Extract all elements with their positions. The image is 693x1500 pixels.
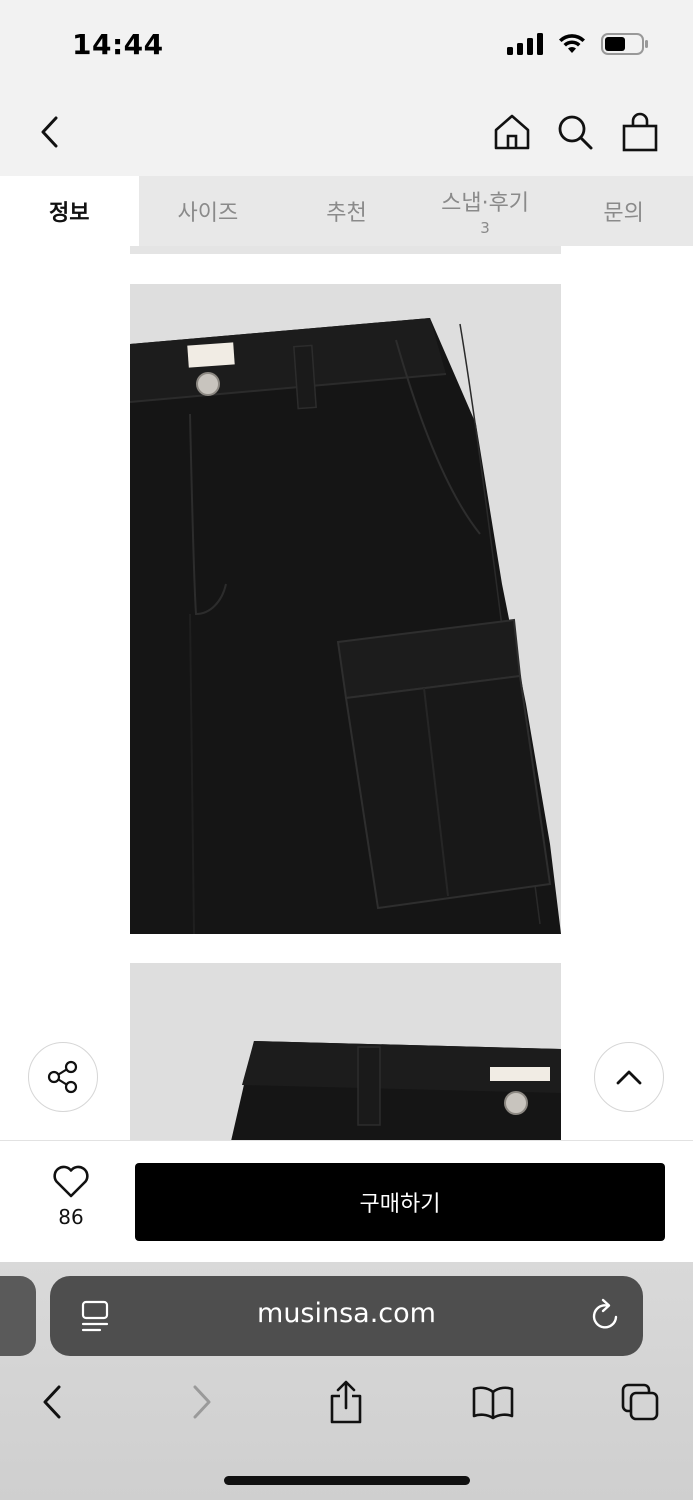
reload-button[interactable] — [589, 1298, 621, 1336]
tab-label: 사이즈 — [177, 201, 239, 226]
tab-recommend[interactable]: 추천 — [277, 176, 416, 246]
home-button[interactable] — [486, 106, 538, 158]
product-detail-content — [0, 246, 693, 1140]
scroll-top-button[interactable] — [594, 1042, 664, 1112]
signal-icon — [507, 33, 543, 55]
tab-label: 정보 — [49, 201, 90, 226]
address-bar[interactable]: musinsa.com — [50, 1276, 643, 1356]
url-text: musinsa.com — [257, 1298, 436, 1329]
tab-label: 문의 — [603, 201, 644, 226]
browser-forward-icon — [193, 1385, 211, 1419]
black-cargo-pants-waist-photo — [130, 963, 561, 1140]
bookmarks-icon — [472, 1386, 514, 1420]
heart-icon — [53, 1165, 89, 1198]
status-bar: 14:44 — [0, 0, 693, 92]
product-photo — [130, 284, 561, 934]
tab-count: 3 — [480, 219, 490, 237]
tabs-icon — [621, 1383, 659, 1421]
browser-forward-button[interactable] — [176, 1376, 228, 1428]
tab-info[interactable]: 정보 — [0, 176, 139, 246]
browser-chrome: musinsa.com — [0, 1262, 693, 1500]
tab-size[interactable]: 사이즈 — [139, 176, 278, 246]
share-button[interactable] — [28, 1042, 98, 1112]
app-header — [0, 92, 693, 176]
share-icon — [47, 1060, 78, 1094]
black-cargo-pants-detail-photo — [130, 284, 561, 934]
home-indicator — [224, 1476, 470, 1485]
back-button[interactable] — [24, 106, 76, 158]
reload-icon — [592, 1298, 618, 1329]
share-sheet-icon — [330, 1380, 362, 1424]
shopping-bag-icon — [622, 112, 658, 152]
home-icon — [494, 114, 530, 150]
browser-back-icon — [43, 1385, 61, 1419]
previous-image-edge — [130, 246, 561, 254]
purchase-bar: 86 구매하기 — [0, 1140, 693, 1262]
like-count: 86 — [58, 1205, 84, 1229]
like-button[interactable]: 86 — [40, 1165, 102, 1229]
search-button[interactable] — [549, 106, 601, 158]
tab-inquiry[interactable]: 문의 — [554, 176, 693, 246]
status-icons — [507, 32, 649, 56]
tab-label: 추천 — [326, 201, 367, 226]
tabs-button[interactable] — [614, 1376, 666, 1428]
wifi-icon — [559, 34, 585, 53]
search-icon — [558, 115, 593, 150]
tab-snap-review[interactable]: 스냅·후기 3 — [416, 176, 555, 246]
status-time: 14:44 — [72, 28, 164, 61]
product-photo — [130, 963, 561, 1140]
bookmarks-button[interactable] — [467, 1376, 519, 1428]
back-chevron-icon — [41, 116, 58, 148]
browser-share-button[interactable] — [320, 1376, 372, 1428]
scroll-top-icon — [616, 1070, 642, 1085]
cart-button[interactable] — [614, 106, 666, 158]
tab-label: 스냅·후기 — [441, 191, 530, 216]
previous-tab-edge[interactable] — [0, 1276, 36, 1356]
product-tabs: 정보 사이즈 추천 스냅·후기 3 문의 — [0, 176, 693, 246]
buy-button[interactable]: 구매하기 — [135, 1163, 665, 1241]
browser-back-button[interactable] — [26, 1376, 78, 1428]
battery-icon — [601, 33, 648, 55]
